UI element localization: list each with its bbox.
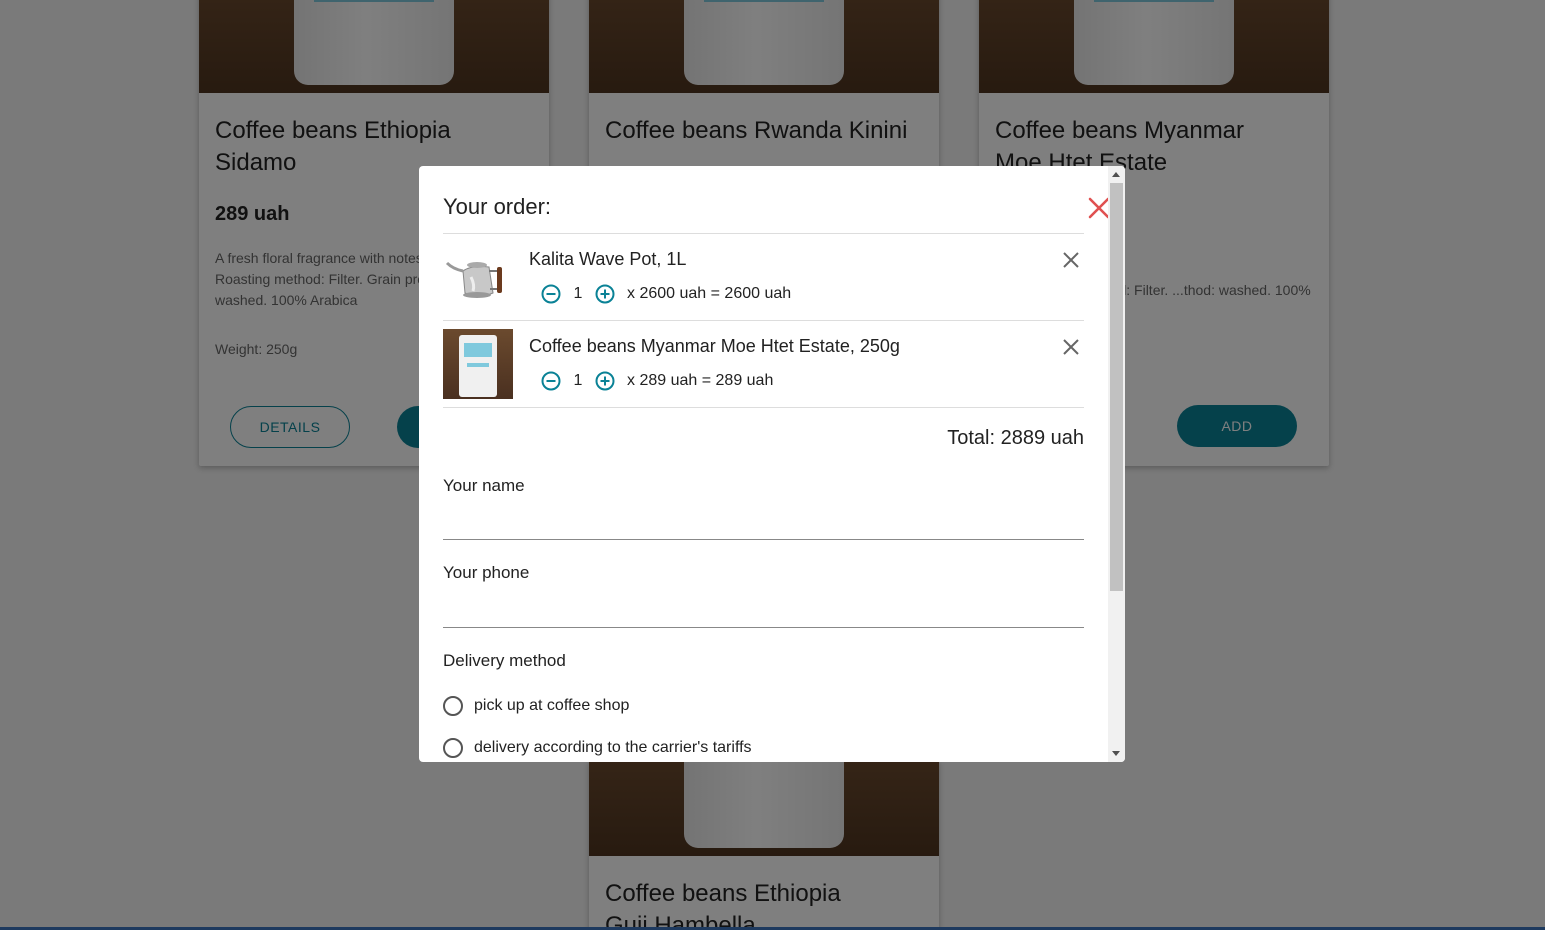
line-total: x 2600 uah = 2600 uah	[627, 285, 792, 302]
order-modal: Your order: Kalita Wave Pot, 1L 1 x 2600…	[419, 166, 1125, 762]
quantity-value: 1	[573, 285, 583, 302]
quantity-value: 1	[573, 372, 583, 389]
order-title: Your order:	[443, 194, 552, 219]
order-item-name: Kalita Wave Pot, 1L	[529, 249, 687, 269]
divider	[443, 320, 1084, 321]
line-total: x 289 uah = 289 uah	[627, 372, 774, 389]
minus-icon[interactable]	[541, 284, 561, 304]
radio-label: delivery according to the carrier's tari…	[474, 739, 752, 756]
divider	[443, 233, 1084, 234]
quantity-stepper: 1 x 289 uah = 289 uah	[541, 370, 773, 392]
name-label: Your name	[443, 476, 525, 495]
radio-button[interactable]	[443, 696, 463, 716]
delivery-method-label: Delivery method	[443, 651, 566, 670]
divider	[443, 407, 1084, 408]
delivery-option-pickup[interactable]: pick up at coffee shop	[443, 696, 629, 716]
scroll-thumb[interactable]	[1110, 183, 1123, 591]
phone-input[interactable]	[443, 598, 1084, 628]
order-total: Total: 2889 uah	[947, 427, 1084, 449]
plus-icon[interactable]	[595, 371, 615, 391]
scroll-up-arrow[interactable]	[1112, 172, 1120, 177]
remove-item-icon[interactable]	[1062, 251, 1080, 269]
radio-button[interactable]	[443, 738, 463, 758]
quantity-stepper: 1 x 2600 uah = 2600 uah	[541, 283, 791, 305]
radio-label: pick up at coffee shop	[474, 697, 630, 714]
scroll-down-arrow[interactable]	[1112, 751, 1120, 756]
delivery-option-carrier[interactable]: delivery according to the carrier's tari…	[443, 738, 752, 758]
name-input[interactable]	[443, 510, 1084, 540]
order-item-name: Coffee beans Myanmar Moe Htet Estate, 25…	[529, 336, 900, 356]
modal-scrollbar[interactable]	[1108, 166, 1125, 762]
coffee-bag-thumbnail	[443, 329, 513, 399]
remove-item-icon[interactable]	[1062, 338, 1080, 356]
phone-label: Your phone	[443, 563, 530, 582]
kettle-thumbnail	[443, 243, 513, 313]
plus-icon[interactable]	[595, 284, 615, 304]
minus-icon[interactable]	[541, 371, 561, 391]
